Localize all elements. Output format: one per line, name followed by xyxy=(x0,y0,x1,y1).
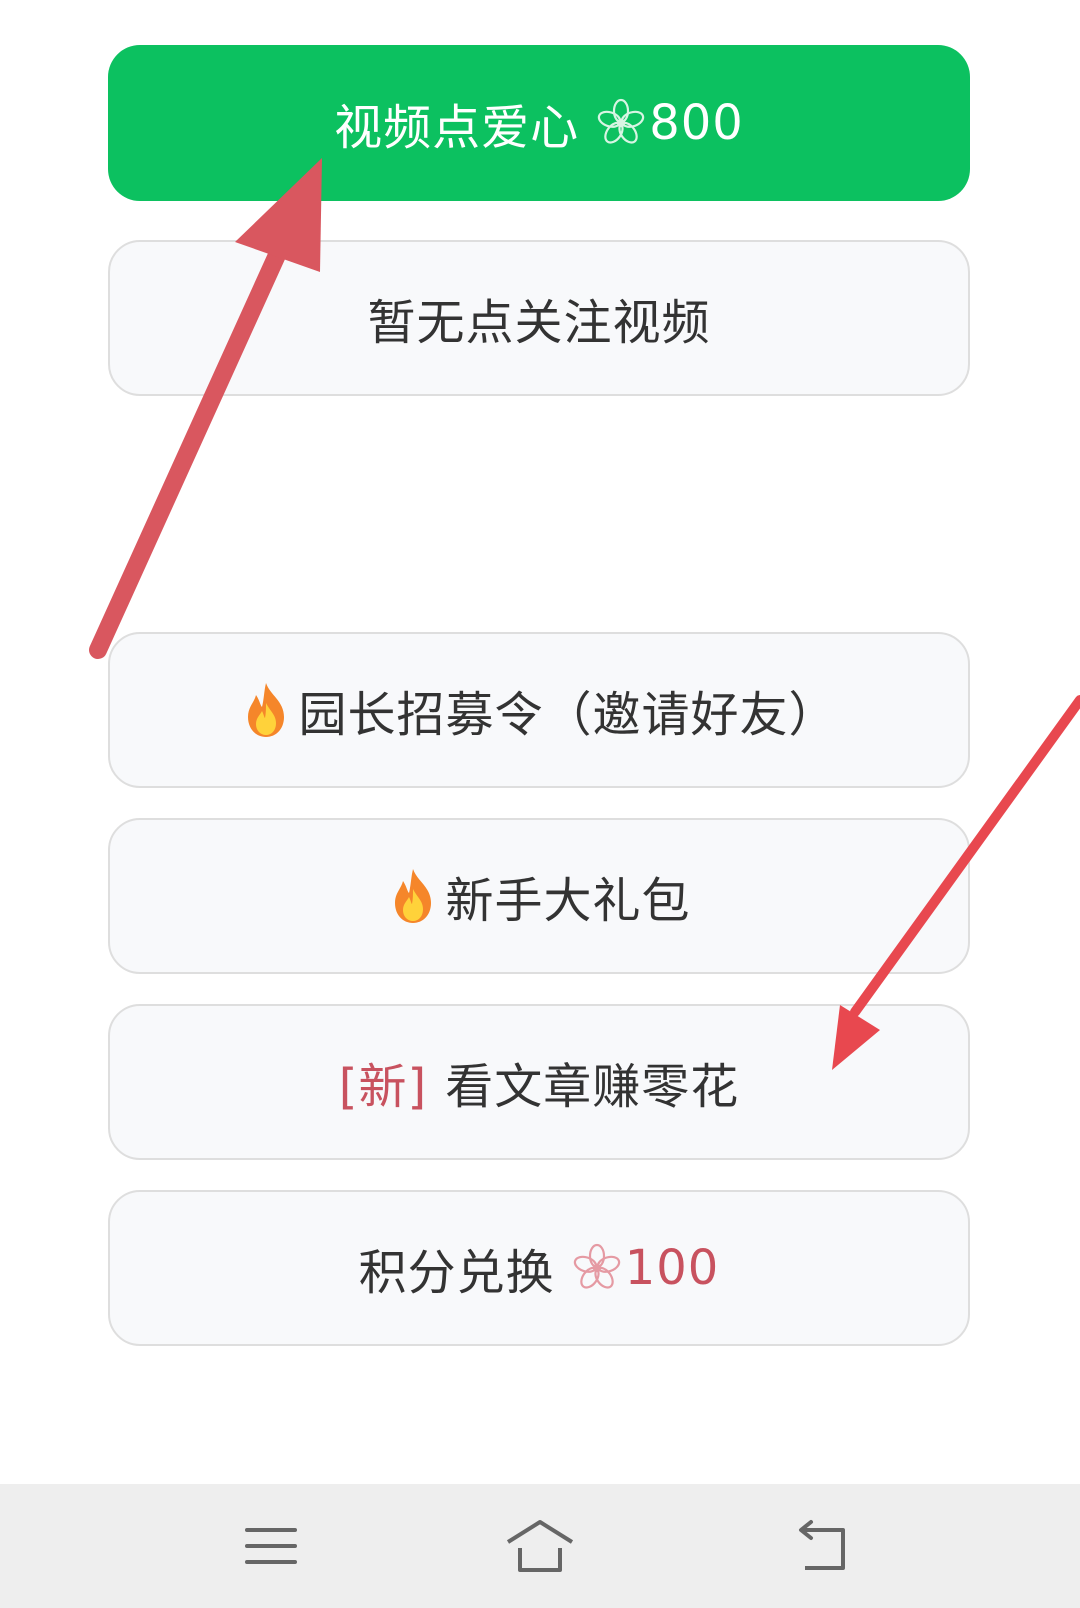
like-video-button[interactable]: 视频点爱心 800 xyxy=(108,45,970,201)
system-navigation-bar xyxy=(0,1484,1080,1608)
newbie-gift-pack-button[interactable]: 新手大礼包 xyxy=(108,818,970,974)
points-exchange-label: 积分兑换 xyxy=(358,1245,555,1301)
points-exchange-points: 100 xyxy=(624,1240,720,1296)
new-badge: [新] xyxy=(338,1059,428,1115)
like-video-points: 800 xyxy=(649,95,744,151)
flower-icon xyxy=(595,97,647,149)
menu-button[interactable] xyxy=(226,1506,316,1586)
back-button[interactable] xyxy=(778,1506,868,1586)
back-icon xyxy=(799,1520,845,1570)
newbie-gift-pack-label: 新手大礼包 xyxy=(445,873,691,929)
fire-icon xyxy=(387,867,439,925)
fire-icon xyxy=(240,681,292,739)
annotation-arrow-up xyxy=(89,158,322,659)
read-articles-label: 看文章赚零花 xyxy=(445,1059,740,1115)
invite-friends-label: 园长招募令（邀请好友） xyxy=(298,687,838,743)
menu-icon xyxy=(245,1528,297,1564)
read-articles-button[interactable]: [新] 看文章赚零花 xyxy=(108,1004,970,1160)
no-follow-video-label: 暂无点关注视频 xyxy=(367,295,711,351)
invite-friends-button[interactable]: 园长招募令（邀请好友） xyxy=(108,632,970,788)
like-video-label: 视频点爱心 xyxy=(334,100,580,156)
points-exchange-button[interactable]: 积分兑换 100 xyxy=(108,1190,970,1346)
home-icon xyxy=(506,1520,574,1572)
no-follow-video-button[interactable]: 暂无点关注视频 xyxy=(108,240,970,396)
home-button[interactable] xyxy=(495,1506,585,1586)
task-list-page: 视频点爱心 800 暂无点关注视频 园长招募令（邀请好友） 新手大礼包 [新] … xyxy=(0,0,1080,1608)
flower-icon xyxy=(571,1242,623,1294)
